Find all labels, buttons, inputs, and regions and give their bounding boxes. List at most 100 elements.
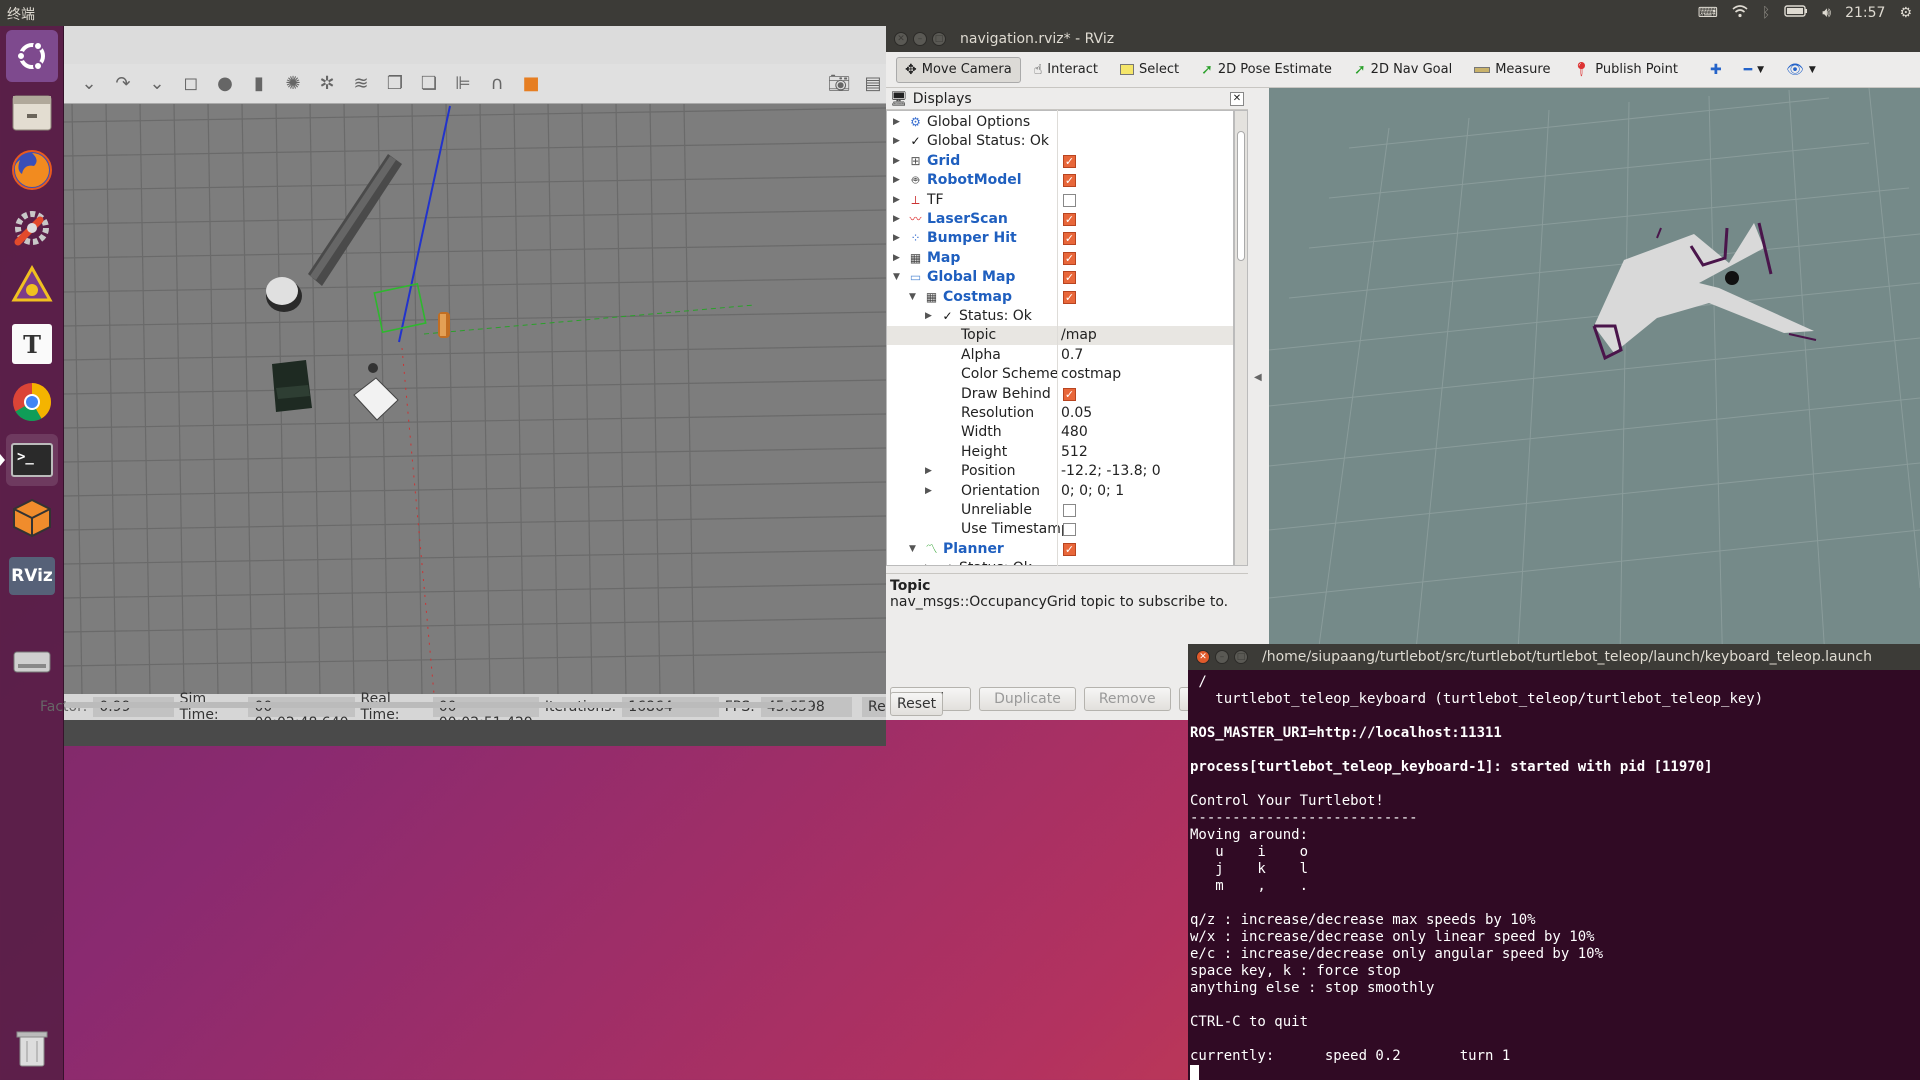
tree-row[interactable]: ▼ ▦ Costmap ✓: [887, 288, 1233, 307]
redo-dropdown-icon[interactable]: ⌄: [144, 71, 170, 97]
gazebo-horizontal-scrollbar[interactable]: [64, 702, 812, 708]
expand-right-icon[interactable]: ▶: [893, 132, 900, 151]
copy-icon[interactable]: ❐: [382, 71, 408, 97]
launcher-text-editor[interactable]: T: [6, 318, 58, 370]
cylinder-shape-icon[interactable]: ▮: [246, 71, 272, 97]
tool-2d-nav-goal[interactable]: ➚ 2D Nav Goal: [1345, 57, 1461, 83]
close-icon[interactable]: ✕: [1230, 92, 1244, 106]
launcher-chrome[interactable]: [6, 376, 58, 428]
add-tool-button[interactable]: ✚: [1701, 57, 1731, 83]
expand-right-icon[interactable]: ▶: [893, 113, 900, 132]
displays-scrollbar[interactable]: [1234, 110, 1248, 566]
expand-down-icon[interactable]: ▼: [909, 540, 916, 559]
tool-move-camera[interactable]: ✥ Move Camera: [896, 56, 1021, 83]
launcher-rviz[interactable]: RViz: [6, 550, 58, 602]
collapse-left-icon[interactable]: ◀: [1254, 372, 1262, 383]
view-options-button[interactable]: 👁︎ ▼: [1777, 57, 1825, 83]
align-icon[interactable]: ⊫: [450, 71, 476, 97]
launcher-ubuntu-dash[interactable]: [6, 30, 58, 82]
tree-row[interactable]: Alpha 0.7: [887, 346, 1233, 365]
tree-row[interactable]: Unreliable: [887, 501, 1233, 520]
launcher-ubuntu-software[interactable]: [6, 260, 58, 312]
tree-row[interactable]: ▶ ⊞ Grid ✓: [887, 152, 1233, 171]
screenshot-camera-icon[interactable]: 📷︎: [826, 71, 852, 97]
clock[interactable]: 21:57: [1845, 5, 1885, 21]
expand-right-icon[interactable]: ▶: [893, 210, 900, 229]
expand-right-icon[interactable]: ▶: [925, 482, 932, 501]
tree-row[interactable]: ▶ ✓ Status: Ok: [887, 559, 1233, 565]
tree-row[interactable]: Resolution 0.05: [887, 404, 1233, 423]
tree-column-divider[interactable]: [1057, 110, 1058, 566]
expand-right-icon[interactable]: ▶: [893, 249, 900, 268]
directional-light-icon[interactable]: ≋: [348, 71, 374, 97]
tree-row[interactable]: ▶ 🤖︎ RobotModel ✓: [887, 171, 1233, 190]
tree-row[interactable]: ▶ ✓ Global Status: Ok: [887, 132, 1233, 151]
expand-down-icon[interactable]: ▼: [909, 288, 916, 307]
minimize-icon[interactable]: –: [1215, 650, 1229, 664]
tree-row[interactable]: Topic/map: [887, 326, 1233, 346]
tree-row[interactable]: ▶ ▦ Map ✓: [887, 249, 1233, 268]
maximize-icon[interactable]: □: [932, 32, 946, 46]
remove-button[interactable]: Remove: [1083, 687, 1171, 711]
rviz-3d-viewport[interactable]: [1269, 88, 1920, 720]
tool-2d-pose-estimate[interactable]: ➚ 2D Pose Estimate: [1192, 57, 1341, 83]
minimize-icon[interactable]: –: [913, 32, 927, 46]
visibility-checkbox[interactable]: ✓: [1063, 251, 1076, 265]
tree-row[interactable]: ▶ ⁘ Bumper Hit ✓: [887, 229, 1233, 248]
tree-row[interactable]: ▶ 〰 LaserScan ✓: [887, 210, 1233, 229]
expand-right-icon[interactable]: ▶: [893, 171, 900, 190]
launcher-files[interactable]: [6, 86, 58, 138]
wifi-icon[interactable]: [1732, 4, 1748, 22]
close-icon[interactable]: ✕: [894, 32, 908, 46]
close-icon[interactable]: ✕: [1196, 650, 1210, 664]
duplicate-button[interactable]: Duplicate: [979, 687, 1076, 711]
expand-right-icon[interactable]: ▶: [925, 559, 932, 565]
visibility-checkbox[interactable]: [1063, 523, 1076, 537]
launcher-firefox[interactable]: [6, 144, 58, 196]
tree-row-value[interactable]: /map: [1061, 326, 1097, 345]
tree-row[interactable]: ▼ ▭ Global Map ✓: [887, 268, 1233, 287]
tree-row-value[interactable]: -12.2; -13.8; 0: [1061, 462, 1161, 481]
paste-icon[interactable]: ❏: [416, 71, 442, 97]
tree-row[interactable]: Color Scheme costmap: [887, 365, 1233, 384]
gazebo-3d-viewport[interactable]: [64, 104, 886, 694]
tree-row[interactable]: Use Timestamp: [887, 520, 1233, 539]
visibility-checkbox[interactable]: ✓: [1063, 290, 1076, 304]
battery-icon[interactable]: [1784, 5, 1808, 21]
maximize-icon[interactable]: □: [1234, 650, 1248, 664]
expand-down-icon[interactable]: ▼: [893, 268, 900, 287]
keyboard-icon[interactable]: ⌨: [1698, 5, 1718, 21]
bluetooth-icon[interactable]: ᛒ: [1762, 5, 1770, 21]
redo-icon[interactable]: ↷: [110, 71, 136, 97]
expand-right-icon[interactable]: ▶: [925, 462, 932, 481]
launcher-terminal[interactable]: >_: [0, 434, 58, 486]
box-shape-icon[interactable]: ◻: [178, 71, 204, 97]
visibility-checkbox[interactable]: ✓: [1063, 154, 1076, 168]
tree-row-value[interactable]: 480: [1061, 423, 1088, 442]
visibility-checkbox[interactable]: [1063, 193, 1076, 207]
tree-row-value[interactable]: costmap: [1061, 365, 1121, 384]
log-icon[interactable]: ▤: [860, 71, 886, 97]
expand-right-icon[interactable]: ▶: [893, 229, 900, 248]
sphere-shape-icon[interactable]: ●: [212, 71, 238, 97]
spot-light-icon[interactable]: ✲: [314, 71, 340, 97]
visibility-checkbox[interactable]: ✓: [1063, 387, 1076, 401]
launcher-trash[interactable]: [6, 1022, 58, 1074]
tree-row[interactable]: Draw Behind ✓: [887, 385, 1233, 404]
tree-row[interactable]: Width 480: [887, 423, 1233, 442]
tree-row-value[interactable]: 512: [1061, 443, 1088, 462]
tree-row-value[interactable]: 0.05: [1061, 404, 1092, 423]
launcher-system-settings[interactable]: [6, 202, 58, 254]
launcher-gazebo[interactable]: [6, 492, 58, 544]
tree-row[interactable]: ▶ ✓ Status: Ok: [887, 307, 1233, 326]
visibility-checkbox[interactable]: ✓: [1063, 213, 1076, 226]
launcher-disk[interactable]: [6, 634, 58, 686]
visibility-checkbox[interactable]: ✓: [1063, 542, 1076, 556]
snap-magnet-icon[interactable]: ∩: [484, 71, 510, 97]
tool-select[interactable]: Select: [1111, 57, 1188, 82]
tool-publish-point[interactable]: 📍︎ Publish Point: [1563, 57, 1687, 83]
view-angle-icon[interactable]: ■: [518, 71, 544, 97]
terminal-output[interactable]: / turtlebot_teleop_keyboard (turtlebot_t…: [1188, 670, 1920, 1080]
expand-right-icon[interactable]: ▶: [925, 307, 932, 326]
reset-button[interactable]: Reset: [890, 692, 944, 716]
